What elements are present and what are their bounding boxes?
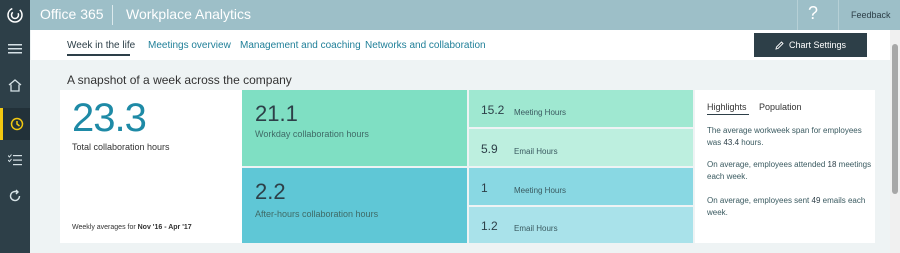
highlight-text: On average, employees sent bbox=[707, 196, 812, 205]
tab-strip: Week in the life Meetings overview Manag… bbox=[31, 30, 890, 60]
workday-meeting-hours-label: Meeting Hours bbox=[514, 108, 567, 117]
workday-email-hours-label: Email Hours bbox=[514, 147, 558, 156]
help-divider bbox=[797, 0, 798, 30]
after-hours-collaboration-label: After-hours collaboration hours bbox=[255, 209, 379, 219]
after-hours-email-hours-value: 1.2 bbox=[481, 219, 498, 233]
workday-collaboration-value: 21.1 bbox=[255, 101, 298, 126]
left-rail bbox=[0, 30, 30, 253]
menu-icon[interactable] bbox=[0, 34, 30, 64]
tab-highlights[interactable]: Highlights bbox=[707, 102, 747, 112]
workday-collaboration-label: Workday collaboration hours bbox=[255, 129, 369, 139]
after-hours-meeting-hours-block[interactable] bbox=[469, 168, 693, 205]
highlight-workweek-span: The average workweek span for employees … bbox=[707, 125, 877, 149]
after-hours-meeting-hours-value: 1 bbox=[481, 181, 488, 195]
after-hours-meeting-hours-label: Meeting Hours bbox=[514, 186, 567, 195]
logo-icon bbox=[7, 7, 23, 23]
chart-settings-label: Chart Settings bbox=[788, 40, 847, 50]
app-name[interactable]: Office 365 bbox=[40, 6, 104, 22]
highlights-tab-underline bbox=[707, 114, 749, 115]
tab-networks-and-collaboration[interactable]: Networks and collaboration bbox=[365, 40, 486, 51]
workday-meeting-hours-value: 15.2 bbox=[481, 103, 505, 117]
tab-meetings-overview[interactable]: Meetings overview bbox=[148, 40, 231, 51]
top-bar: Office 365 Workplace Analytics ? Feedbac… bbox=[0, 0, 900, 30]
product-name: Workplace Analytics bbox=[126, 6, 252, 22]
highlight-text: On average, employees attended bbox=[707, 160, 828, 169]
weekly-averages-range: Nov '16 - Apr '17 bbox=[137, 224, 192, 231]
total-collaboration-label: Total collaboration hours bbox=[72, 142, 170, 152]
vertical-scrollbar[interactable] bbox=[890, 30, 900, 253]
tab-population[interactable]: Population bbox=[759, 102, 802, 112]
highlight-value: 43.4 bbox=[723, 138, 740, 147]
weekly-averages-note: Weekly averages for Nov '16 - Apr '17 bbox=[72, 224, 192, 231]
highlight-emails-sent: On average, employees sent 49 emails eac… bbox=[707, 195, 877, 219]
scrollbar-thumb[interactable] bbox=[892, 44, 898, 194]
workplace-analytics-logo[interactable] bbox=[0, 0, 30, 30]
help-icon[interactable]: ? bbox=[808, 3, 818, 24]
refresh-icon[interactable] bbox=[0, 181, 30, 211]
section-title: A snapshot of a week across the company bbox=[67, 73, 292, 87]
chart-settings-button[interactable]: Chart Settings bbox=[754, 33, 867, 57]
highlight-text: hours. bbox=[739, 138, 764, 147]
feedback-divider bbox=[838, 0, 839, 30]
tab-week-in-the-life[interactable]: Week in the life bbox=[67, 40, 135, 51]
title-divider bbox=[112, 5, 113, 25]
active-tab-underline bbox=[67, 54, 130, 56]
after-hours-collaboration-value: 2.2 bbox=[255, 179, 286, 204]
total-collaboration-value: 23.3 bbox=[72, 96, 147, 140]
checklist-icon[interactable] bbox=[0, 145, 30, 175]
workday-email-hours-value: 5.9 bbox=[481, 142, 498, 156]
clock-icon[interactable] bbox=[0, 108, 30, 140]
after-hours-email-hours-label: Email Hours bbox=[514, 224, 558, 233]
tab-management-and-coaching[interactable]: Management and coaching bbox=[240, 40, 361, 51]
weekly-averages-prefix: Weekly averages for bbox=[72, 224, 138, 231]
feedback-link[interactable]: Feedback bbox=[851, 10, 891, 20]
after-hours-email-hours-block[interactable] bbox=[469, 207, 693, 243]
home-icon[interactable] bbox=[0, 70, 30, 100]
highlight-meetings-attended: On average, employees attended 18 meetin… bbox=[707, 159, 877, 183]
pencil-icon bbox=[775, 40, 784, 50]
workday-email-hours-block[interactable] bbox=[469, 129, 693, 166]
